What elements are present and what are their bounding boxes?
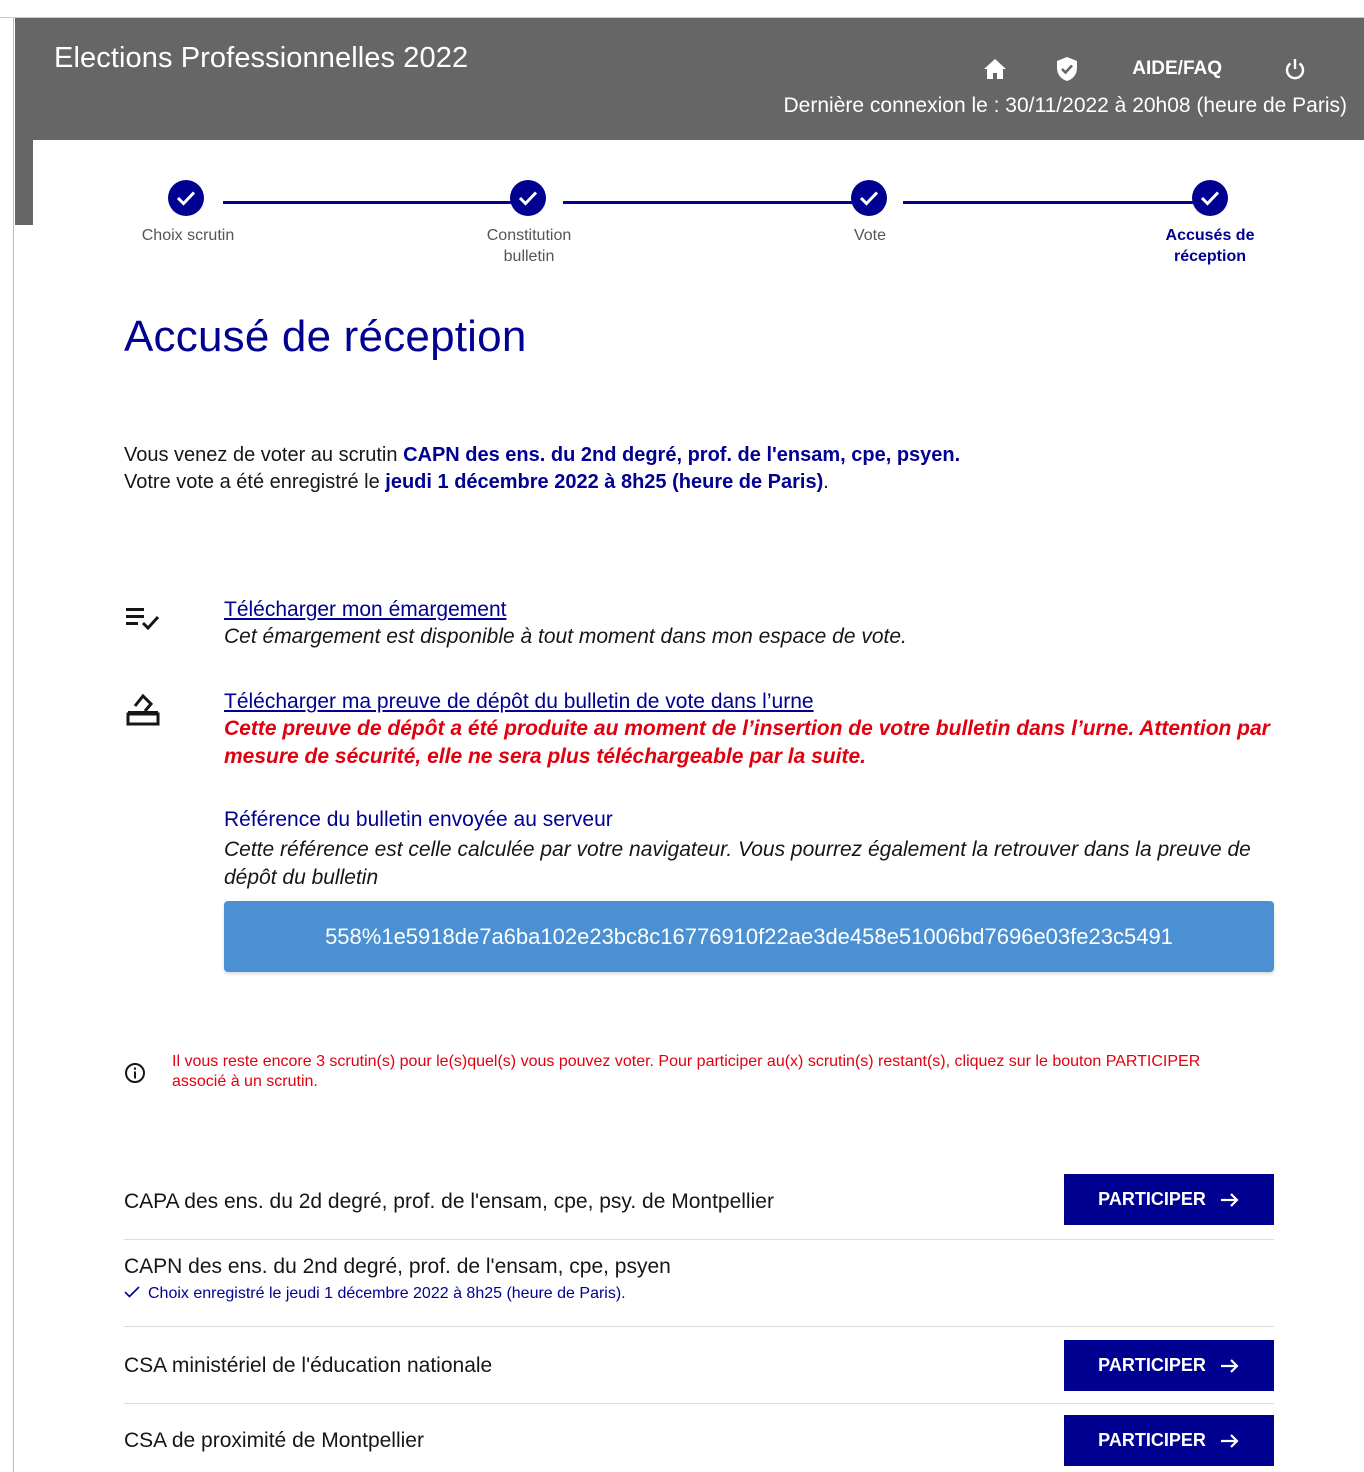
participer-label: PARTICIPER — [1098, 1189, 1206, 1209]
participer-button[interactable]: PARTICIPER — [1064, 1415, 1274, 1466]
arrow-right-icon — [1220, 1433, 1240, 1449]
participer-label: PARTICIPER — [1098, 1355, 1206, 1375]
step-label-choix-scrutin: Choix scrutin — [141, 227, 235, 244]
info-icon — [124, 1062, 146, 1084]
intro-suffix: . — [823, 471, 829, 493]
emargement-section: Télécharger mon émargement Cet émargemen… — [124, 596, 1274, 656]
ballot-row-name: CAPN des ens. du 2nd degré, prof. de l'e… — [124, 1255, 671, 1278]
ballot-name: CAPN des ens. du 2nd degré, prof. de l'e… — [403, 444, 961, 466]
intro-prefix: Vous venez de voter au scrutin — [124, 444, 404, 466]
ballot-row: CAPN des ens. du 2nd degré, prof. de l'e… — [124, 1240, 1274, 1327]
arrow-right-icon — [1220, 1192, 1240, 1208]
intro-date-prefix: Votre vote a été enregistré le — [124, 471, 386, 493]
ballot-row-name: CSA de proximité de Montpellier — [124, 1429, 424, 1452]
power-icon[interactable] — [1282, 56, 1308, 82]
checklist-icon — [124, 598, 162, 636]
download-preuve-depot-link[interactable]: Télécharger ma preuve de dépôt du bullet… — [224, 688, 814, 715]
participer-label: PARTICIPER — [1098, 1430, 1206, 1450]
ballot-row: CSA de proximité de Montpellier PARTICIP… — [124, 1404, 1274, 1472]
ballot-row-name: CAPA des ens. du 2d degré, prof. de l'en… — [124, 1190, 774, 1213]
emargement-body: Télécharger mon émargement Cet émargemen… — [224, 596, 1274, 650]
top-header: Elections Professionnelles 2022 AIDE/FAQ… — [15, 18, 1364, 140]
preuve-section: Télécharger ma preuve de dépôt du bullet… — [124, 688, 1274, 778]
download-emargement-link[interactable]: Télécharger mon émargement — [224, 596, 506, 623]
step-connector — [563, 201, 863, 204]
progress-stepper: Choix scrutin Constitution bulletin Vote… — [33, 140, 1364, 280]
main-content: Choix scrutin Constitution bulletin Vote… — [33, 140, 1364, 1472]
step-connector — [223, 201, 523, 204]
header-side-strip — [15, 140, 33, 225]
info-text: Il vous reste encore 3 scrutin(s) pour l… — [172, 1053, 1201, 1090]
vote-confirmation-text: Vous venez de voter au scrutin CAPN des … — [124, 442, 1104, 496]
header-nav: AIDE/FAQ — [982, 56, 1308, 82]
app-title: Elections Professionnelles 2022 — [54, 42, 469, 74]
emargement-description: Cet émargement est disponible à tout mom… — [224, 625, 907, 648]
check-icon — [124, 1285, 140, 1303]
step-label-accuses-reception: Accusés de réception — [1165, 227, 1255, 265]
participer-button[interactable]: PARTICIPER — [1064, 1340, 1274, 1391]
participer-button[interactable]: PARTICIPER — [1064, 1174, 1274, 1225]
preuve-warning: Cette preuve de dépôt a été produite au … — [224, 717, 1270, 768]
vote-date: jeudi 1 décembre 2022 à 8h25 (heure de P… — [385, 471, 824, 493]
ballot-row: CAPA des ens. du 2d degré, prof. de l'en… — [124, 1170, 1274, 1240]
preuve-body: Télécharger ma preuve de dépôt du bullet… — [224, 688, 1274, 771]
reference-label: Référence du bulletin envoyée au serveur — [224, 808, 613, 831]
ballot-box-icon — [124, 690, 162, 728]
step-check-icon — [1192, 180, 1228, 216]
arrow-right-icon — [1220, 1358, 1240, 1374]
step-label-vote: Vote — [853, 227, 887, 244]
window-top-border — [0, 0, 1364, 18]
last-login-text: Dernière connexion le : 30/11/2022 à 20h… — [783, 94, 1347, 117]
ballot-status-text: Choix enregistré le jeudi 1 décembre 202… — [148, 1285, 626, 1302]
ballot-reference-value: 558%1e5918de7a6ba102e23bc8c16776910f22ae… — [224, 901, 1274, 972]
window-left-border — [0, 18, 14, 1472]
step-label-constitution-bulletin: Constitution bulletin — [486, 227, 572, 265]
ballot-row: CSA ministériel de l'éducation nationale… — [124, 1327, 1274, 1404]
step-check-icon — [510, 180, 546, 216]
shield-check-icon[interactable] — [1054, 56, 1080, 82]
ballot-status: Choix enregistré le jeudi 1 décembre 202… — [124, 1285, 626, 1303]
ballot-row-name: CSA ministériel de l'éducation nationale — [124, 1354, 493, 1377]
step-connector — [903, 201, 1203, 204]
reference-description: Cette référence est celle calculée par v… — [224, 838, 1251, 889]
home-icon[interactable] — [982, 56, 1008, 82]
step-check-icon — [851, 180, 887, 216]
aide-faq-link[interactable]: AIDE/FAQ — [1132, 58, 1222, 80]
page-title: Accusé de réception — [124, 312, 527, 361]
step-check-icon — [168, 180, 204, 216]
